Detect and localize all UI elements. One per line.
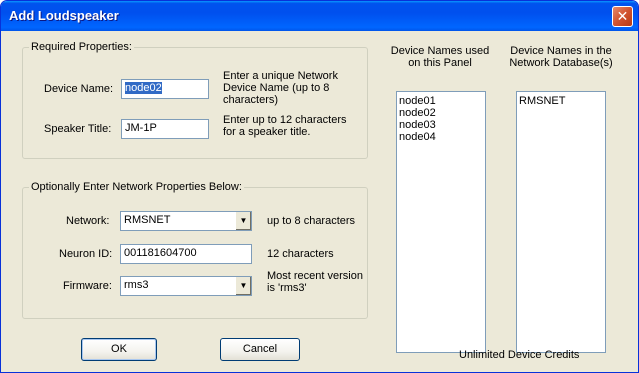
neuron-id-hint: 12 characters (267, 248, 334, 260)
required-properties-group: Required Properties: Device Name: node02… (22, 41, 368, 159)
neuron-id-label: Neuron ID: (59, 248, 113, 260)
title-bar[interactable]: Add Loudspeaker ✕ (1, 1, 638, 31)
device-name-hint: Enter a unique Network Device Name (up t… (223, 70, 338, 106)
speaker-title-field[interactable]: JM-1P (121, 119, 209, 139)
firmware-label: Firmware: (63, 280, 112, 292)
network-devices-list[interactable]: RMSNET (516, 91, 606, 353)
optional-network-legend: Optionally Enter Network Properties Belo… (29, 181, 244, 193)
dialog-body: Required Properties: Device Name: node02… (4, 31, 635, 369)
chevron-down-icon[interactable]: ▼ (235, 277, 251, 295)
add-loudspeaker-dialog: Add Loudspeaker ✕ Required Properties: D… (0, 0, 639, 373)
network-hint: up to 8 characters (267, 215, 356, 227)
network-value: RMSNET (124, 214, 171, 226)
device-credits-status: Unlimited Device Credits (459, 349, 580, 361)
firmware-hint: Most recent version is 'rms3' (267, 270, 363, 294)
speaker-title-label: Speaker Title: (44, 123, 112, 135)
list-item[interactable]: node04 (399, 131, 483, 143)
neuron-id-field[interactable]: 001181604700 (120, 244, 252, 264)
device-name-label: Device Name: (44, 83, 114, 95)
ok-button[interactable]: OK (81, 338, 157, 361)
list-item[interactable]: node02 (399, 107, 483, 119)
network-label: Network: (66, 215, 110, 227)
close-icon[interactable]: ✕ (612, 6, 633, 27)
firmware-value: rms3 (124, 279, 149, 291)
device-name-value: node02 (125, 82, 162, 94)
speaker-title-hint: Enter up to 12 characters for a speaker … (223, 114, 347, 138)
list-item[interactable]: node03 (399, 119, 483, 131)
network-select[interactable]: RMSNET ▼ (120, 211, 252, 231)
list-item[interactable]: RMSNET (519, 95, 603, 107)
optional-network-group: Optionally Enter Network Properties Belo… (22, 181, 368, 319)
list-item[interactable]: node01 (399, 95, 483, 107)
panel-devices-header: Device Names used on this Panel (390, 45, 490, 69)
chevron-down-icon[interactable]: ▼ (235, 212, 251, 230)
window-title: Add Loudspeaker (9, 8, 119, 23)
network-devices-header: Device Names in the Network Database(s) (509, 45, 613, 69)
cancel-button[interactable]: Cancel (220, 338, 300, 361)
device-name-field[interactable]: node02 (121, 79, 209, 99)
panel-devices-list[interactable]: node01 node02 node03 node04 (396, 91, 486, 353)
firmware-select[interactable]: rms3 ▼ (120, 276, 252, 296)
required-properties-legend: Required Properties: (29, 41, 134, 53)
